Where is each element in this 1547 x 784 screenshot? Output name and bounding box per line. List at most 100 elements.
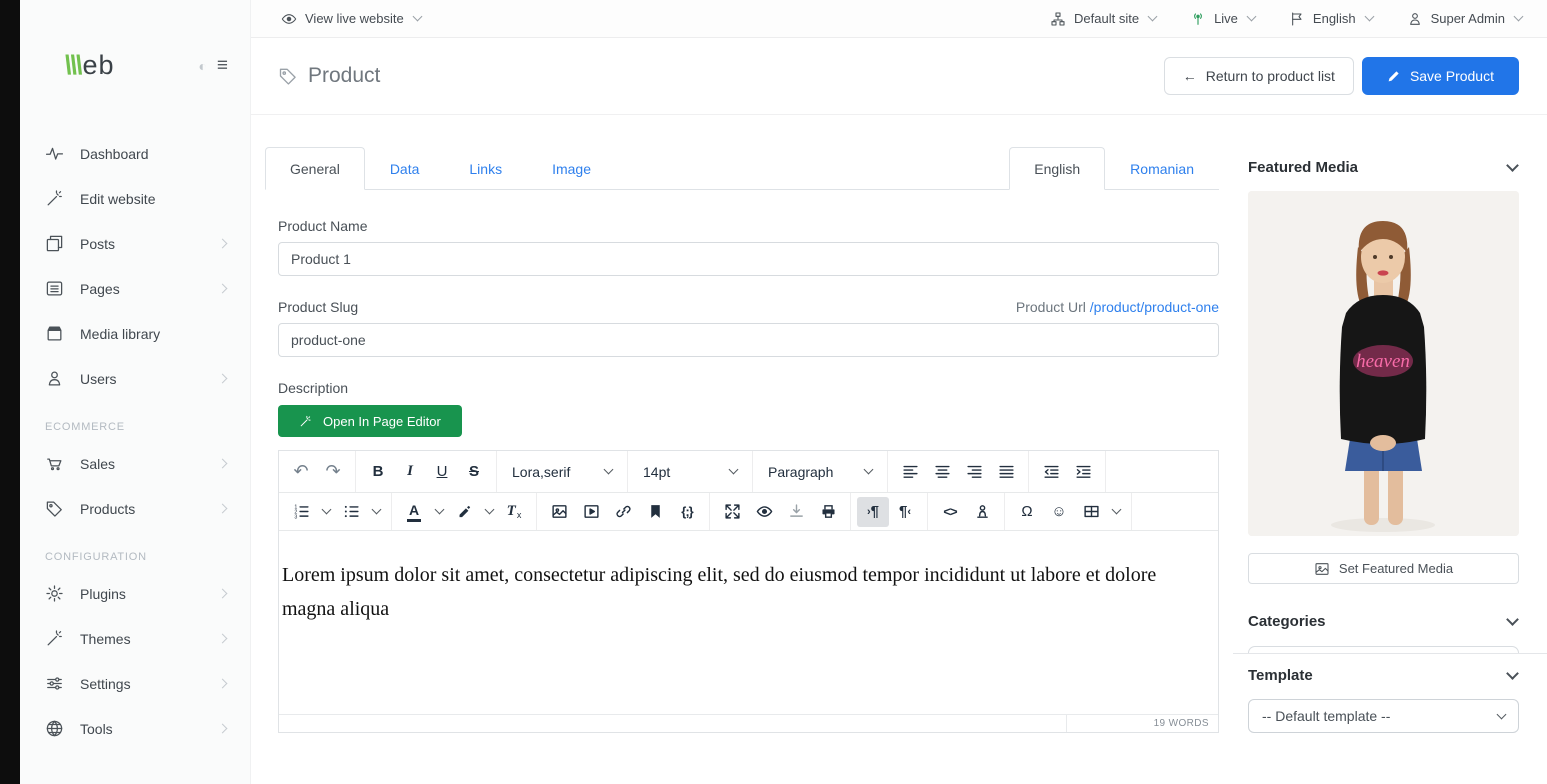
language-menu[interactable]: English — [1289, 11, 1373, 27]
copy-pages-icon — [45, 234, 64, 253]
editor-toolbar-row2: 123 A Tx — [279, 493, 1218, 531]
download-icon — [788, 503, 805, 520]
link-icon — [615, 503, 632, 520]
open-in-page-editor-button[interactable]: Open In Page Editor — [278, 405, 462, 437]
chevron-down-icon — [1246, 12, 1256, 22]
chevron-down-icon — [412, 12, 422, 22]
return-to-product-list-button[interactable]: ← Return to product list — [1164, 57, 1354, 95]
block-format-select[interactable]: Paragraph — [759, 457, 881, 487]
chevron-down-icon — [604, 465, 614, 475]
live-signal-icon — [1190, 11, 1206, 27]
table-options[interactable] — [1107, 497, 1125, 527]
insert-link-button[interactable] — [607, 497, 639, 527]
description-label: Description — [278, 380, 1219, 396]
emoticons-button[interactable]: ☺ — [1043, 497, 1075, 527]
indent-button[interactable] — [1067, 457, 1099, 487]
bookmark-anchor-button[interactable] — [639, 497, 671, 527]
highlight-color-button[interactable] — [448, 497, 480, 527]
ordered-list-icon: 123 — [293, 503, 310, 520]
text-color-button[interactable]: A — [398, 497, 430, 527]
section-divider — [1233, 653, 1547, 654]
categories-header[interactable]: Categories — [1248, 613, 1519, 630]
special-character-button[interactable]: Ω — [1011, 497, 1043, 527]
product-url-link[interactable]: /product/product-one — [1090, 299, 1219, 315]
eye-icon — [756, 503, 773, 520]
sidebar-item-products[interactable]: Products — [20, 486, 250, 531]
save-draft-button[interactable] — [780, 497, 812, 527]
template-select[interactable]: -- Default template -- — [1248, 699, 1519, 733]
chevron-down-icon — [1506, 613, 1519, 626]
user-menu[interactable]: Super Admin — [1407, 11, 1522, 27]
underline-button[interactable]: U — [426, 457, 458, 487]
bold-button[interactable]: B — [362, 457, 394, 487]
fullscreen-button[interactable] — [716, 497, 748, 527]
featured-media-header[interactable]: Featured Media — [1248, 159, 1519, 176]
ltr-direction-button[interactable]: ›¶ — [857, 497, 889, 527]
tab-lang-english[interactable]: English — [1009, 147, 1105, 190]
rtl-direction-button[interactable]: ¶‹ — [889, 497, 921, 527]
tab-general[interactable]: General — [265, 147, 365, 190]
printer-icon — [820, 503, 837, 520]
sidebar-item-sales[interactable]: Sales — [20, 441, 250, 486]
product-name-input[interactable] — [278, 242, 1219, 276]
user-icon — [45, 369, 64, 388]
tab-data[interactable]: Data — [365, 147, 445, 190]
anchor-button[interactable] — [966, 497, 998, 527]
strikethrough-button[interactable]: S — [458, 457, 490, 487]
tab-image[interactable]: Image — [527, 147, 616, 190]
align-justify-button[interactable] — [990, 457, 1022, 487]
sidebar-item-themes[interactable]: Themes — [20, 616, 250, 661]
insert-image-button[interactable] — [543, 497, 575, 527]
text-color-options[interactable] — [430, 497, 448, 527]
highlight-color-options[interactable] — [480, 497, 498, 527]
numbered-list-button[interactable]: 123 — [285, 497, 317, 527]
site-selector-menu[interactable]: Default site — [1050, 11, 1156, 27]
product-url-label: Product Url — [1016, 299, 1086, 315]
clear-format-icon: T — [507, 503, 516, 520]
sidebar-item-users[interactable]: Users — [20, 356, 250, 401]
print-button[interactable] — [812, 497, 844, 527]
undo-button[interactable]: ↶ — [285, 457, 317, 487]
editor-content[interactable]: Lorem ipsum dolor sit amet, consectetur … — [279, 531, 1218, 714]
outdent-button[interactable] — [1035, 457, 1067, 487]
svg-text:3: 3 — [294, 515, 297, 520]
font-size-select[interactable]: 14pt — [634, 457, 746, 487]
bookmark-icon — [647, 503, 664, 520]
table-button[interactable] — [1075, 497, 1107, 527]
bullet-list-button[interactable] — [335, 497, 367, 527]
numbered-list-options[interactable] — [317, 497, 335, 527]
sidebar-item-tools[interactable]: Tools — [20, 706, 250, 751]
tab-lang-romanian[interactable]: Romanian — [1105, 147, 1219, 190]
source-code-button[interactable]: <> — [934, 497, 966, 527]
sidebar-item-settings[interactable]: Settings — [20, 661, 250, 706]
align-right-button[interactable] — [958, 457, 990, 487]
sidebar-item-pages[interactable]: Pages — [20, 266, 250, 311]
sidebar-item-media-library[interactable]: Media library — [20, 311, 250, 356]
font-family-select[interactable]: Lora,serif — [503, 457, 621, 487]
sidebar-item-posts[interactable]: Posts — [20, 221, 250, 266]
word-count[interactable]: 19 WORDS — [1066, 715, 1218, 732]
italic-button[interactable]: I — [394, 457, 426, 487]
tab-links[interactable]: Links — [444, 147, 527, 190]
sidebar-item-edit-website[interactable]: Edit website — [20, 176, 250, 221]
sidebar-item-dashboard[interactable]: Dashboard — [20, 131, 250, 176]
collapse-menu-icon[interactable]: ≡ — [217, 56, 228, 75]
insert-media-button[interactable] — [575, 497, 607, 527]
preview-button[interactable] — [748, 497, 780, 527]
contrast-toggle-icon[interactable]: ◐ — [198, 59, 206, 73]
environment-menu[interactable]: Live — [1190, 11, 1255, 27]
template-header[interactable]: Template — [1248, 667, 1519, 684]
clear-formatting-button[interactable]: Tx — [498, 497, 530, 527]
sidebar-item-plugins[interactable]: Plugins — [20, 571, 250, 616]
bullet-list-options[interactable] — [367, 497, 385, 527]
set-featured-media-button[interactable]: Set Featured Media — [1248, 553, 1519, 584]
save-product-button[interactable]: Save Product — [1362, 57, 1519, 95]
view-live-website-menu[interactable]: View live website — [281, 11, 421, 27]
categories-input-clipped[interactable] — [1248, 646, 1519, 653]
chevron-down-icon — [1506, 159, 1519, 172]
align-left-button[interactable] — [894, 457, 926, 487]
align-center-button[interactable] — [926, 457, 958, 487]
product-slug-input[interactable] — [278, 323, 1219, 357]
code-sample-button[interactable]: {;} — [671, 497, 703, 527]
redo-button[interactable]: ↷ — [317, 457, 349, 487]
